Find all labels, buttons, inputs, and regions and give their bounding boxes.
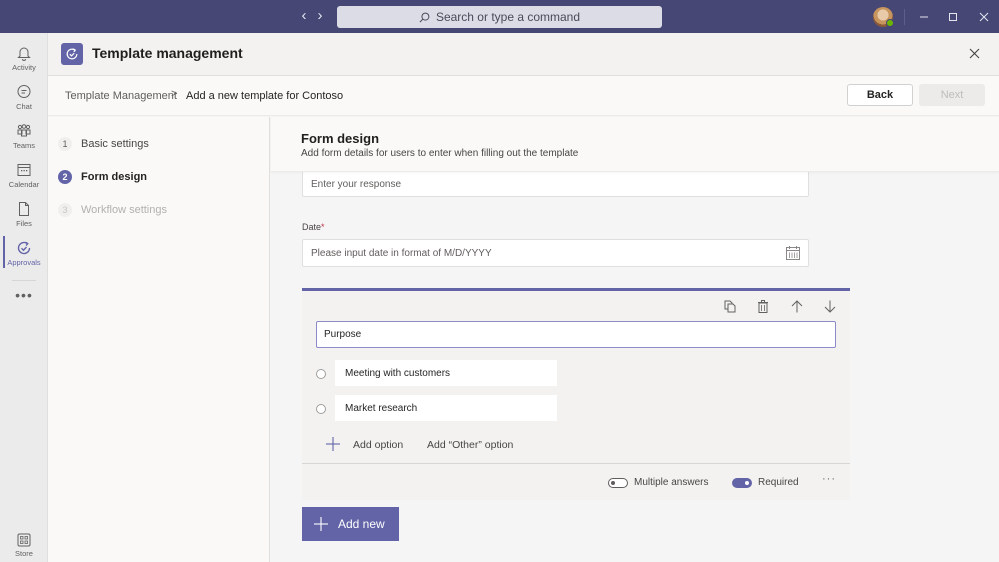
- back-arrow-button[interactable]: ‹: [297, 8, 311, 24]
- copy-question-button[interactable]: [722, 298, 738, 314]
- rail-label: Chat: [16, 102, 32, 111]
- minimize-icon: [920, 16, 928, 18]
- dialog-close-button[interactable]: [966, 45, 982, 61]
- required-toggle[interactable]: [732, 478, 752, 488]
- more-apps-button[interactable]: •••: [12, 287, 36, 307]
- date-input[interactable]: Please input date in format of M/D/YYYY: [302, 239, 809, 267]
- add-new-button[interactable]: Add new: [302, 507, 399, 541]
- response-input[interactable]: Enter your response: [302, 172, 809, 197]
- rail-label: Teams: [12, 141, 36, 150]
- breadcrumb-template-management[interactable]: Template Management: [65, 90, 177, 102]
- date-label-text: Date: [302, 222, 322, 232]
- bell-icon: [17, 47, 31, 61]
- form-body: Enter your response Date* Please input d…: [271, 172, 999, 562]
- plus-icon: [314, 517, 328, 531]
- rail-item-calendar[interactable]: Calendar: [0, 160, 48, 198]
- option-radio[interactable]: [316, 404, 326, 414]
- card-divider: [302, 463, 850, 464]
- search-placeholder: Search or type a command: [435, 10, 581, 24]
- rail-item-approvals[interactable]: Approvals: [0, 238, 48, 276]
- section-title: Form design: [301, 131, 380, 146]
- add-option-button[interactable]: Add option: [353, 439, 403, 451]
- store-icon: [17, 533, 31, 547]
- rail-label: Store: [15, 549, 33, 558]
- breadcrumb: Template Management > Add a new template…: [48, 76, 999, 116]
- move-up-button[interactable]: [789, 298, 805, 314]
- calendar-icon: [17, 164, 31, 176]
- step-basic-settings[interactable]: 1 Basic settings: [58, 135, 149, 153]
- approvals-icon: [66, 48, 78, 60]
- rail-item-chat[interactable]: Chat: [0, 82, 48, 120]
- trash-icon: [758, 299, 768, 313]
- more-options-button[interactable]: ···: [822, 473, 840, 487]
- step-workflow-settings: 3 Workflow settings: [58, 201, 167, 219]
- add-new-label: Add new: [338, 517, 385, 531]
- steps-panel: 1 Basic settings 2 Form design 3 Workflo…: [48, 117, 270, 562]
- question-title-input[interactable]: Purpose: [316, 321, 836, 348]
- window-close-button[interactable]: [973, 6, 995, 28]
- plus-icon[interactable]: [326, 437, 340, 451]
- required-label: Required: [758, 477, 799, 488]
- option-input[interactable]: Market research: [335, 395, 557, 421]
- titlebar-divider: [904, 9, 905, 25]
- approvals-app-logo: [61, 43, 83, 65]
- step-number: 3: [58, 203, 72, 217]
- maximize-icon: [949, 13, 957, 21]
- rail-label: Activity: [12, 63, 36, 72]
- date-placeholder: Please input date in format of M/D/YYYY: [311, 247, 492, 259]
- teams-icon: [17, 124, 31, 137]
- minimize-button[interactable]: [913, 6, 935, 28]
- step-label: Form design: [81, 171, 148, 183]
- rail-label: Files: [16, 219, 32, 228]
- add-other-option-button[interactable]: Add “Other” option: [427, 439, 513, 451]
- rail-item-activity[interactable]: Activity: [0, 43, 48, 81]
- next-button[interactable]: Next: [919, 84, 985, 106]
- step-number: 2: [58, 170, 72, 184]
- chevron-right-icon: >: [171, 88, 178, 100]
- arrow-down-icon: [824, 300, 836, 313]
- step-number: 1: [58, 137, 72, 151]
- step-form-design[interactable]: 2 Form design: [58, 168, 147, 186]
- response-placeholder: Enter your response: [311, 179, 402, 190]
- search-icon: [419, 12, 430, 22]
- arrow-up-icon: [791, 299, 803, 312]
- question-card: Purpose Meeting with customers Market re…: [302, 288, 850, 500]
- search-input[interactable]: Search or type a command: [337, 6, 662, 28]
- section-subtitle: Add form details for users to enter when…: [301, 148, 579, 159]
- option-radio[interactable]: [316, 369, 326, 379]
- maximize-button[interactable]: [942, 6, 964, 28]
- step-label: Basic settings: [81, 138, 149, 150]
- rail-item-files[interactable]: Files: [0, 199, 48, 237]
- date-label: Date*: [302, 222, 325, 232]
- rail-divider: [12, 280, 36, 281]
- app-rail: Activity Chat Teams Calendar Files Appro…: [0, 33, 48, 562]
- calendar-icon[interactable]: [786, 246, 800, 260]
- rail-label: Approvals: [7, 258, 41, 267]
- form-header: Form design Add form details for users t…: [271, 117, 999, 172]
- close-icon: [969, 48, 979, 58]
- rail-label: Calendar: [8, 180, 40, 189]
- back-button[interactable]: Back: [847, 84, 913, 106]
- presence-available-icon: [886, 19, 894, 27]
- approvals-icon: [17, 241, 31, 255]
- step-label: Workflow settings: [81, 204, 167, 216]
- app-header: Template management: [48, 33, 999, 76]
- chat-icon: [17, 85, 31, 98]
- close-icon: [979, 12, 989, 22]
- multiple-answers-toggle[interactable]: [608, 478, 628, 488]
- title-bar: ‹ › Search or type a command: [0, 0, 999, 33]
- copy-icon: [724, 300, 736, 312]
- page-title: Template management: [92, 45, 243, 61]
- move-down-button[interactable]: [822, 298, 838, 314]
- breadcrumb-current: Add a new template for Contoso: [186, 90, 344, 102]
- option-input[interactable]: Meeting with customers: [335, 360, 557, 386]
- rail-item-teams[interactable]: Teams: [0, 121, 48, 159]
- rail-item-store[interactable]: Store: [0, 531, 48, 562]
- required-asterisk: *: [321, 222, 325, 232]
- multiple-answers-label: Multiple answers: [634, 477, 709, 488]
- delete-question-button[interactable]: [755, 298, 771, 314]
- forward-arrow-button[interactable]: ›: [313, 8, 327, 24]
- file-icon: [19, 202, 29, 216]
